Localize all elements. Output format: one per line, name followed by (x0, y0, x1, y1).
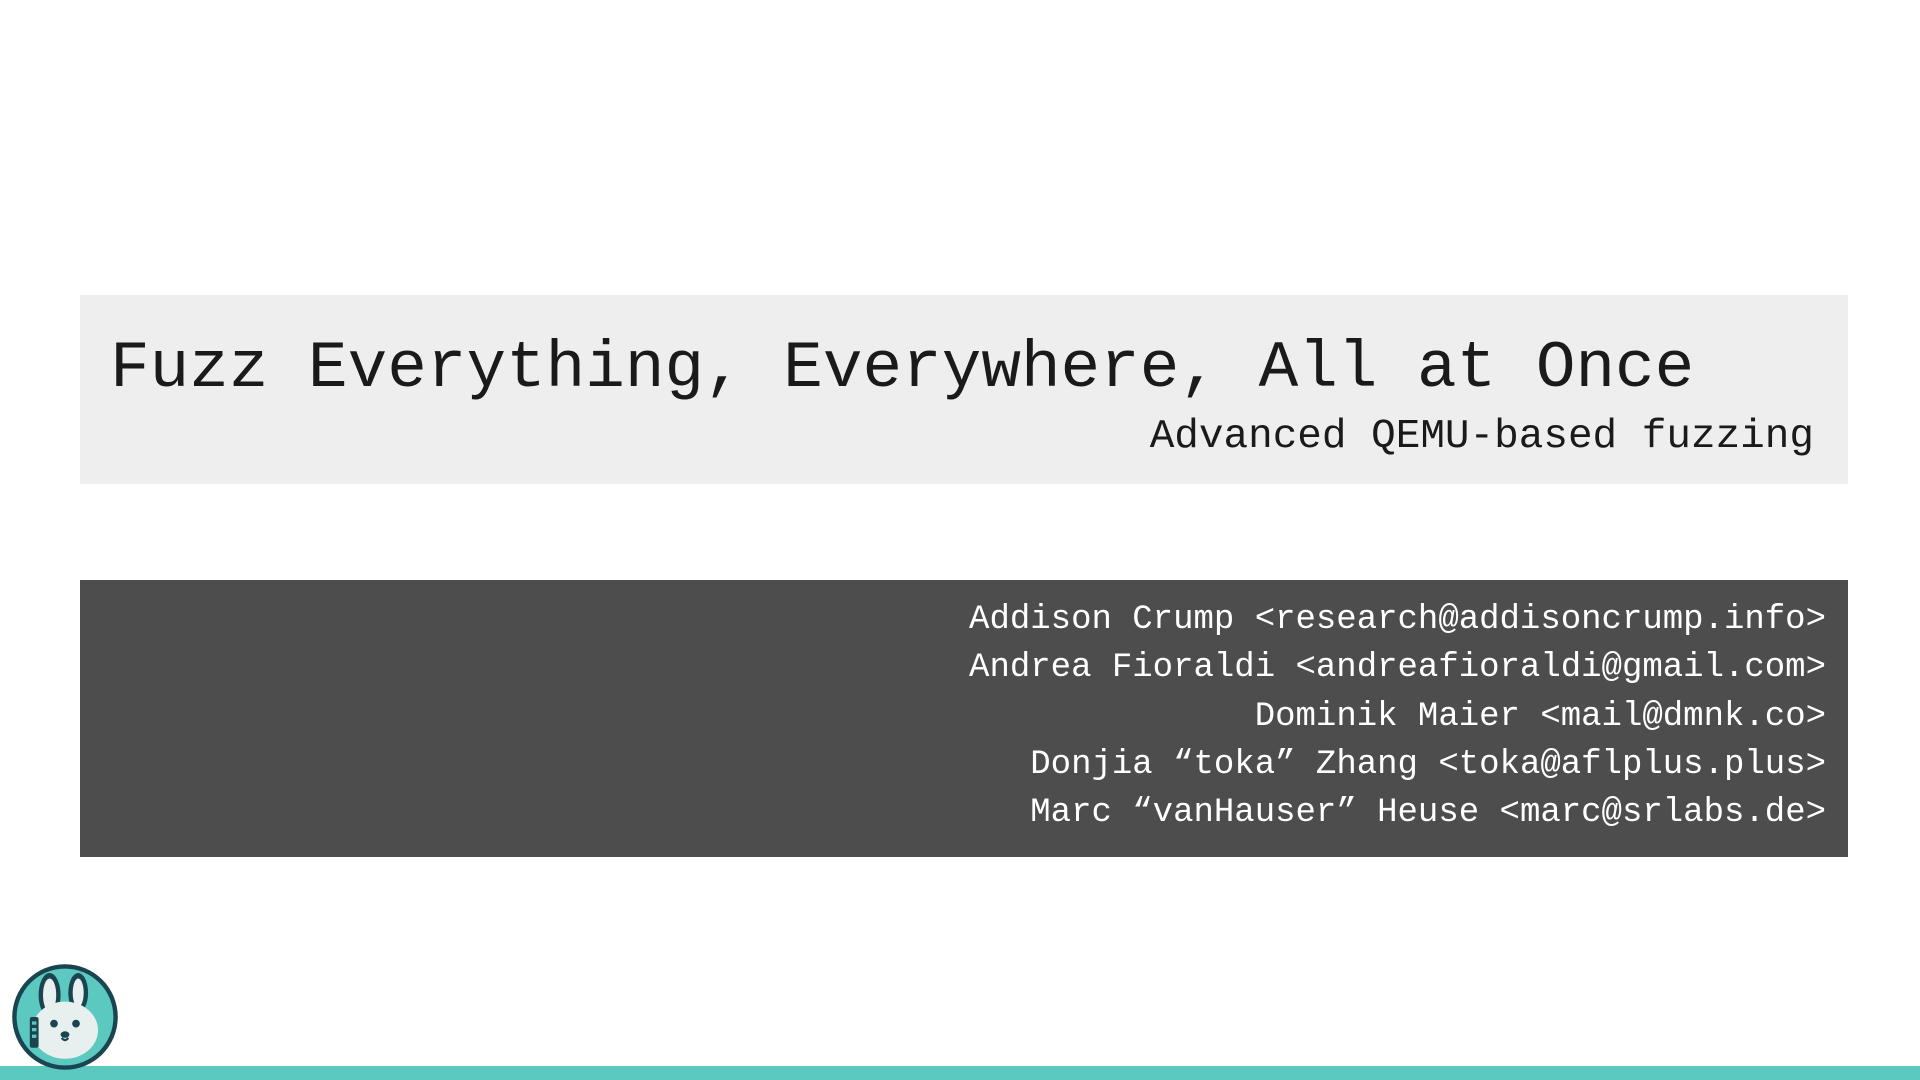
bunny-mascot-icon (10, 962, 120, 1072)
title-block: Fuzz Everything, Everywhere, All at Once… (80, 295, 1848, 484)
author-line: Marc “vanHauser” Heuse <marc@srlabs.de> (102, 789, 1826, 837)
author-line: Dominik Maier <mail@dmnk.co> (102, 693, 1826, 741)
author-line: Donjia “toka” Zhang <toka@aflplus.plus> (102, 741, 1826, 789)
footer-accent-bar (0, 1066, 1920, 1080)
author-line: Andrea Fioraldi <andreafioraldi@gmail.co… (102, 644, 1826, 692)
slide-title: Fuzz Everything, Everywhere, All at Once (110, 331, 1818, 406)
authors-block: Addison Crump <research@addisoncrump.inf… (80, 580, 1848, 857)
author-line: Addison Crump <research@addisoncrump.inf… (102, 596, 1826, 644)
slide-subtitle: Advanced QEMU-based fuzzing (110, 414, 1818, 460)
